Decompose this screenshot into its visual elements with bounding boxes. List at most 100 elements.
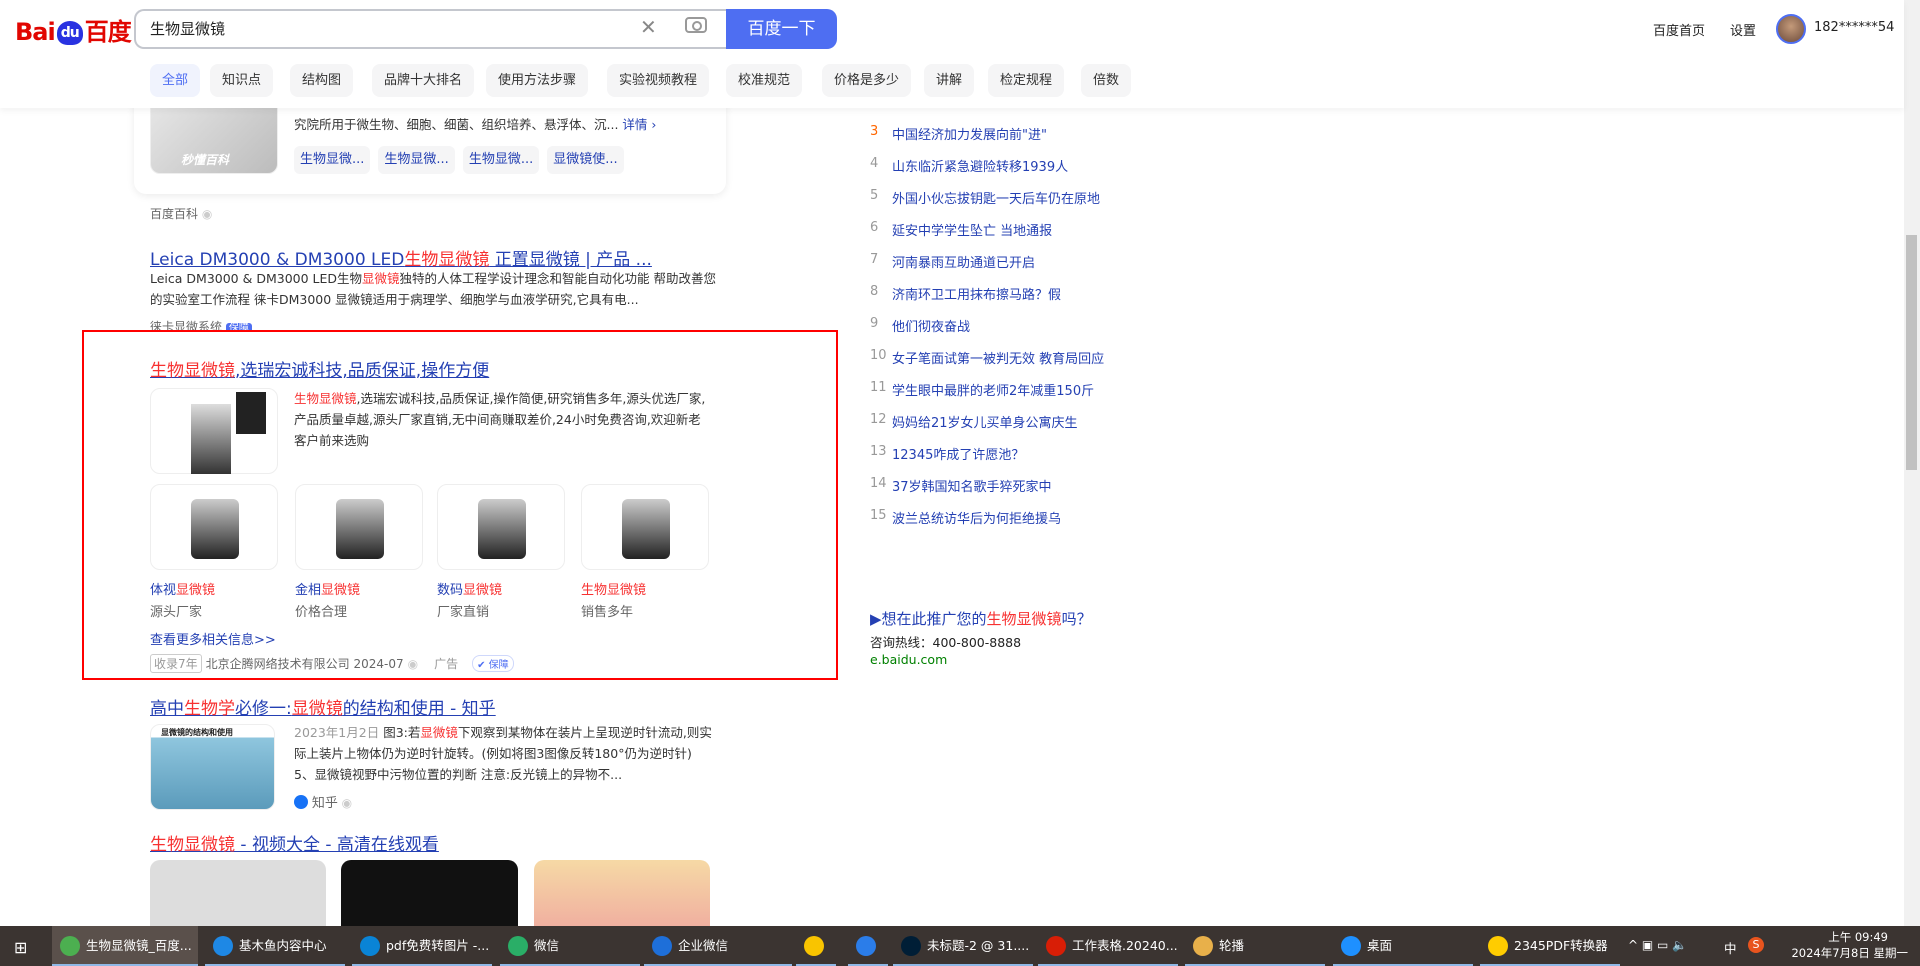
hot-rank: 9: [870, 316, 879, 331]
product-title[interactable]: 生物显微镜: [581, 579, 646, 598]
tab-9[interactable]: 检定规程: [988, 64, 1065, 97]
app-icon: [804, 936, 824, 956]
hot-item-link[interactable]: 波兰总统访华后为何拒绝援乌: [892, 508, 1061, 527]
taskbar-item[interactable]: 2345PDF转换器: [1480, 926, 1620, 966]
hot-item-link[interactable]: 中国经济加力发展向前"进": [892, 124, 1047, 143]
hot-item-link[interactable]: 女子笔面试第一被判无效 教育局回应: [892, 348, 1104, 367]
ad-footer: 收录7年 北京企腾网络技术有限公司 2024-07 ◉ 广告 ✔ 保障: [150, 654, 514, 673]
ad-more-link[interactable]: 查看更多相关信息>>: [150, 629, 276, 648]
ad-company[interactable]: 北京企腾网络技术有限公司 2024-07: [206, 655, 404, 672]
hot-rank: 15: [870, 508, 887, 523]
related-pill[interactable]: 生物显微...: [462, 146, 540, 174]
hot-rank: 11: [870, 380, 887, 395]
taskbar-item[interactable]: 微信: [500, 926, 640, 966]
product-image[interactable]: [581, 484, 709, 570]
tab-5[interactable]: 实验视频教程: [607, 64, 710, 97]
promo-site[interactable]: e.baidu.com: [870, 652, 947, 667]
years-badge: 收录7年: [150, 654, 202, 673]
taskbar: ⊞ 生物显微镜_百度... 基木鱼内容中心 pdf免费转图片 -... 微信 企业微信 未…: [0, 926, 1920, 966]
app-icon: [360, 936, 380, 956]
promo-link[interactable]: ▶想在此推广您的生物显微镜吗？: [870, 608, 1092, 629]
taskbar-item[interactable]: pdf免费转图片 -...: [352, 926, 492, 966]
taskbar-item[interactable]: 企业微信: [644, 926, 792, 966]
ime-indicator[interactable]: 中: [1724, 938, 1737, 957]
tab-10[interactable]: 倍数: [1081, 64, 1132, 97]
taskbar-item[interactable]: 基木鱼内容中心: [205, 926, 345, 966]
clock[interactable]: 上午 09:49 2024年7月8日 星期一: [1784, 929, 1908, 961]
result-title-zhihu[interactable]: 高中生物学必修一:显微镜的结构和使用 - 知乎: [150, 694, 496, 719]
hot-item-link[interactable]: 济南环卫工用抹布擦马路？假: [892, 284, 1061, 303]
product-title[interactable]: 金相显微镜: [295, 579, 360, 598]
hot-rank: 7: [870, 252, 879, 267]
tab-4[interactable]: 使用方法步骤: [486, 64, 589, 97]
avatar[interactable]: [1776, 14, 1806, 44]
home-link[interactable]: 百度首页: [1653, 20, 1705, 39]
related-pill[interactable]: 生物显微...: [378, 146, 455, 174]
taskbar-item[interactable]: [796, 926, 836, 966]
result-source-leica[interactable]: 徕卡显微系统 保障: [150, 318, 252, 330]
details-link[interactable]: 详情 ›: [622, 117, 656, 132]
taskbar-item[interactable]: 轮播: [1185, 926, 1325, 966]
tab-0[interactable]: 全部: [150, 64, 201, 97]
hot-item-link[interactable]: 他们彻夜奋战: [892, 316, 970, 335]
camera-icon[interactable]: [685, 17, 707, 33]
product-image[interactable]: [295, 484, 423, 570]
tab-3[interactable]: 品牌十大排名: [372, 64, 475, 97]
search-button[interactable]: 百度一下: [726, 9, 837, 49]
zhihu-icon: [294, 795, 308, 809]
taskbar-item[interactable]: [848, 926, 888, 966]
app-icon: [652, 936, 672, 956]
product-image[interactable]: [150, 484, 278, 570]
hot-item-link[interactable]: 河南暴雨互助通道已开启: [892, 252, 1035, 271]
result-title-video[interactable]: 生物显微镜 - 视频大全 - 高清在线观看: [150, 830, 439, 855]
guarantee-badge[interactable]: ✔ 保障: [472, 655, 514, 672]
ad-main-image[interactable]: [150, 388, 278, 474]
windows-start-icon[interactable]: ⊞: [14, 938, 27, 957]
settings-link[interactable]: 设置: [1730, 20, 1756, 39]
microscope-image: [478, 499, 526, 559]
tab-2[interactable]: 结构图: [290, 64, 354, 97]
tab-1[interactable]: 知识点: [210, 64, 274, 97]
hot-item-link[interactable]: 延安中学学生坠亡 当地通报: [892, 220, 1052, 239]
hot-item-link[interactable]: 山东临沂紧急避险转移1939人: [892, 156, 1068, 175]
app-icon: [1193, 936, 1213, 956]
tab-8[interactable]: 讲解: [924, 64, 975, 97]
related-pill[interactable]: 显微镜使...: [547, 146, 624, 174]
scrollbar-thumb[interactable]: [1906, 235, 1917, 470]
result-title-leica[interactable]: Leica DM3000 & DM3000 LED生物显微镜 正置显微镜 | 产…: [150, 245, 652, 270]
hot-rank: 8: [870, 284, 879, 299]
tab-7[interactable]: 价格是多少: [822, 64, 912, 97]
product-title[interactable]: 体视显微镜: [150, 579, 215, 598]
video-thumbnail[interactable]: [534, 860, 710, 926]
tray-icons[interactable]: ^ ▣ ▭ 🔈: [1628, 938, 1687, 952]
ad-title[interactable]: 生物显微镜,选瑞宏诚科技,品质保证,操作方便: [150, 356, 489, 381]
hot-item-link[interactable]: 37岁韩国知名歌手猝死家中: [892, 476, 1052, 495]
image-watermark: 秒懂百科: [181, 153, 230, 167]
taskbar-item[interactable]: 桌面: [1333, 926, 1473, 966]
ad-label: 广告: [434, 657, 459, 671]
baike-source[interactable]: 百度百科 ◉: [150, 205, 212, 222]
tab-6[interactable]: 校准规范: [726, 64, 803, 97]
clear-icon[interactable]: ✕: [640, 15, 657, 39]
hot-item-link[interactable]: 妈妈给21岁女儿买单身公寓庆生: [892, 412, 1078, 431]
hot-item-link[interactable]: 外国小伙忘拔钥匙一天后车仍在原地: [892, 188, 1100, 207]
taskbar-item[interactable]: 未标题-2 @ 31....: [893, 926, 1033, 966]
hot-item-link[interactable]: 12345咋成了许愿池？: [892, 444, 1024, 463]
video-thumbnail[interactable]: [341, 860, 518, 926]
taskbar-item[interactable]: 生物显微镜_百度...: [52, 926, 198, 966]
product-subtitle: 价格合理: [295, 605, 348, 620]
hot-item-link[interactable]: 学生眼中最胖的老师2年减重150斤: [892, 380, 1094, 399]
product-title[interactable]: 数码显微镜: [437, 579, 502, 598]
sogou-icon[interactable]: S: [1748, 937, 1764, 953]
related-pill[interactable]: 生物显微...: [294, 146, 371, 174]
product-image[interactable]: [437, 484, 565, 570]
app-icon: [508, 936, 528, 956]
baidu-logo[interactable]: Bai du 百度: [15, 12, 132, 47]
dropdown-icon[interactable]: ◉: [408, 657, 418, 671]
username[interactable]: 182******54: [1814, 20, 1894, 35]
taskbar-item[interactable]: 工作表格.20240...: [1038, 926, 1178, 966]
zhihu-image[interactable]: 显微镜的结构和使用: [150, 724, 275, 810]
app-icon: [60, 936, 80, 956]
video-thumbnail[interactable]: [150, 860, 326, 926]
result-source-zhihu[interactable]: 知乎 ◉: [294, 792, 352, 811]
